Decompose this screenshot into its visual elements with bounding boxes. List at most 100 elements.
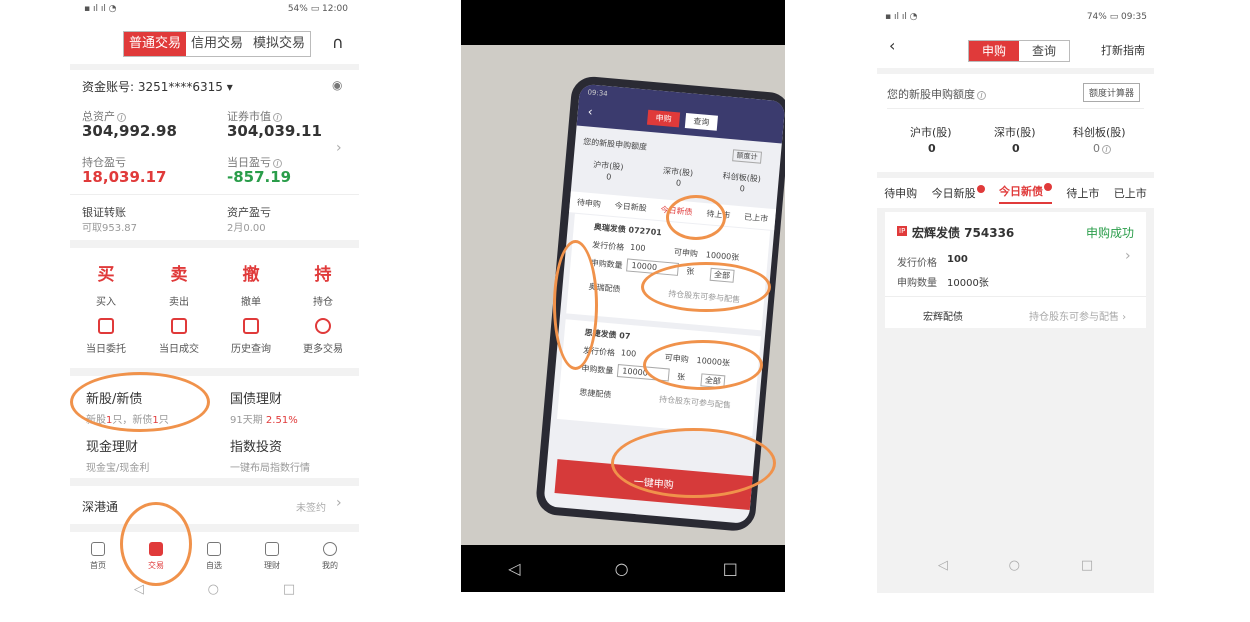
action-grid: 买买入 卖卖出 撤撤单 持持仓 当日委托 当日成交 历史查询 更多交易 [70,248,359,368]
chevron-right-icon[interactable]: › [336,140,342,156]
photo-tab-query[interactable]: 查询 [684,113,718,131]
headset-icon[interactable]: ∩ [332,33,344,52]
back-icon[interactable]: ‹ [587,104,593,118]
index-title: 指数投资 [230,440,283,455]
placement-link[interactable]: 持仓股东可参与配售 › [1029,308,1126,323]
treasury-rate: 2.51% [265,415,298,426]
status-right: 54% ▭ 12:00 [287,4,348,14]
photo-market-sh: 沪市(股) [592,160,624,172]
annotation-circle [70,372,210,432]
nav-watchlist[interactable]: 自选 [194,542,234,571]
index-entry[interactable]: 指数投资 一键布局指数行情 [230,436,310,474]
tab-today-stock[interactable]: 今日新股 [932,185,985,201]
photo-calc-button[interactable]: 额度计 [732,149,763,164]
signal-icon: ▪ ıl ıl ◔ [885,12,918,22]
sell-button[interactable]: 卖卖出 [149,260,209,308]
asset-pnl-label[interactable]: 资产盈亏 [227,204,271,220]
market-value: 304,039.11 [227,122,322,140]
sgt-row[interactable]: 深港通 未签约 › [70,486,359,524]
nav-mine[interactable]: 我的 [310,542,350,571]
nav-watchlist-label: 自选 [206,561,222,570]
total-asset-value: 304,992.98 [82,122,177,140]
market-sh-label: 沪市(股) [910,126,952,139]
photo-market-sz-val: 0 [675,178,682,188]
back-icon[interactable]: ‹ [889,36,895,55]
market-sh-value: 0 [928,142,936,155]
nav-wealth-label: 理财 [264,561,280,570]
annotation-circle [643,340,763,390]
eye-icon[interactable]: ◉ [332,78,342,92]
account-number[interactable]: 资金账号: 3251****6315 ▾ [82,78,233,95]
trade-type-tabs: 普通交易 信用交易 模拟交易 [123,31,312,57]
sgt-status: 未签约 [296,503,326,514]
today-deals-label: 当日成交 [159,344,199,355]
day-pnl-value: -857.19 [227,168,292,186]
back-triangle-icon[interactable]: ◁ [508,559,520,578]
photo-tab-subscribe[interactable]: 申购 [646,109,681,128]
info-icon: i [1102,145,1111,155]
chart-icon [207,542,221,556]
back-triangle-icon[interactable]: ◁ [134,582,144,597]
recent-square-icon[interactable]: □ [283,582,295,597]
phone-photo: 09:34 ‹ 申购 查询 您的新股申购额度 额度计 沪市(股) 深市(股) 科… [461,0,785,592]
bond-status: 申购成功 [1086,226,1135,240]
photo-subtab-listed[interactable]: 已上市 [744,211,769,224]
tab-today-bond[interactable]: 今日新债 [998,182,1052,204]
market-sz-label: 深市(股) [994,126,1036,139]
buy-glyph: 买 [97,265,115,285]
more-trade-button[interactable]: 更多交易 [293,318,353,355]
header: ▪ ıl ıl ◔ 54% ▭ 12:00 普通交易 信用交易 模拟交易 ∩ [70,0,359,64]
tab-query[interactable]: 查询 [1019,41,1069,61]
home-circle-icon[interactable]: ○ [208,582,219,597]
home-circle-icon[interactable]: ○ [615,559,629,578]
chevron-right-icon[interactable]: › [1125,248,1131,264]
placement-tip: 持仓股东可参与配售 [1029,312,1119,323]
annotation-circle [120,502,192,586]
bond-name: 宏辉发债 754336 [912,226,1015,240]
cash-entry[interactable]: 现金理财 现金宝/现金利 [86,436,149,474]
account-label: 资金账号: 3251****6315 [82,80,223,94]
buy-label: 买入 [96,297,116,308]
photo-subtab-pending[interactable]: 待申购 [576,197,602,210]
treasury-entry[interactable]: 国债理财 91天期 2.51% [230,388,298,426]
cancel-order-button[interactable]: 撤撤单 [221,260,281,308]
history-button[interactable]: 历史查询 [221,318,281,355]
guide-link[interactable]: 打新指南 [1101,42,1145,58]
position-button[interactable]: 持持仓 [293,260,353,308]
photo-price-label-1: 发行价格 [591,240,625,253]
hold-pnl-value: 18,039.17 [82,168,167,186]
back-triangle-icon[interactable]: ◁ [938,558,948,573]
home-circle-icon[interactable]: ○ [1009,558,1020,573]
photo-placement-tip-2[interactable]: 持仓股东可参与配售 [659,394,732,411]
bank-transfer-label[interactable]: 银证转账 [82,204,126,220]
photo-qty-label-2: 申购数量 [581,363,614,376]
annotation-circle [666,195,726,240]
recent-square-icon[interactable]: □ [723,559,738,578]
bond-tag-icon: IP [897,226,908,236]
quota-calc-button[interactable]: 额度计算器 [1083,83,1141,102]
today-deals-button[interactable]: 当日成交 [149,318,209,355]
quota-text: 您的新股申购额度 [887,88,975,101]
nav-wealth[interactable]: 理财 [252,542,292,571]
tab-simulated-trade[interactable]: 模拟交易 [248,32,310,56]
status-bar-bg: ▪ ıl ıl ◔ 74% ▭ 09:35 [877,8,1154,28]
buy-button[interactable]: 买买入 [76,260,136,308]
nav-home[interactable]: 首页 [78,542,118,571]
tab-credit-trade[interactable]: 信用交易 [186,32,248,56]
tab-today-stock-label: 今日新股 [931,187,976,200]
wallet-icon [265,542,279,556]
photo-subtab-today-stock[interactable]: 今日新股 [614,200,647,214]
tab-to-list[interactable]: 待上市 [1066,185,1099,201]
list-icon [171,318,187,334]
tab-listed[interactable]: 已上市 [1114,185,1147,201]
tab-subscribe[interactable]: 申购 [969,41,1020,61]
tab-normal-trade[interactable]: 普通交易 [124,32,187,56]
nav-mine-label: 我的 [322,561,338,570]
signal-icon: ▪ ıl ıl ◔ [84,4,117,14]
photo-price-1: 100 [629,242,646,253]
photo-can-label-1: 可申购 [673,247,699,259]
tab-pending[interactable]: 待申购 [884,185,917,201]
nav-home-label: 首页 [90,561,106,570]
today-orders-button[interactable]: 当日委托 [76,318,136,355]
recent-square-icon[interactable]: □ [1081,558,1093,573]
